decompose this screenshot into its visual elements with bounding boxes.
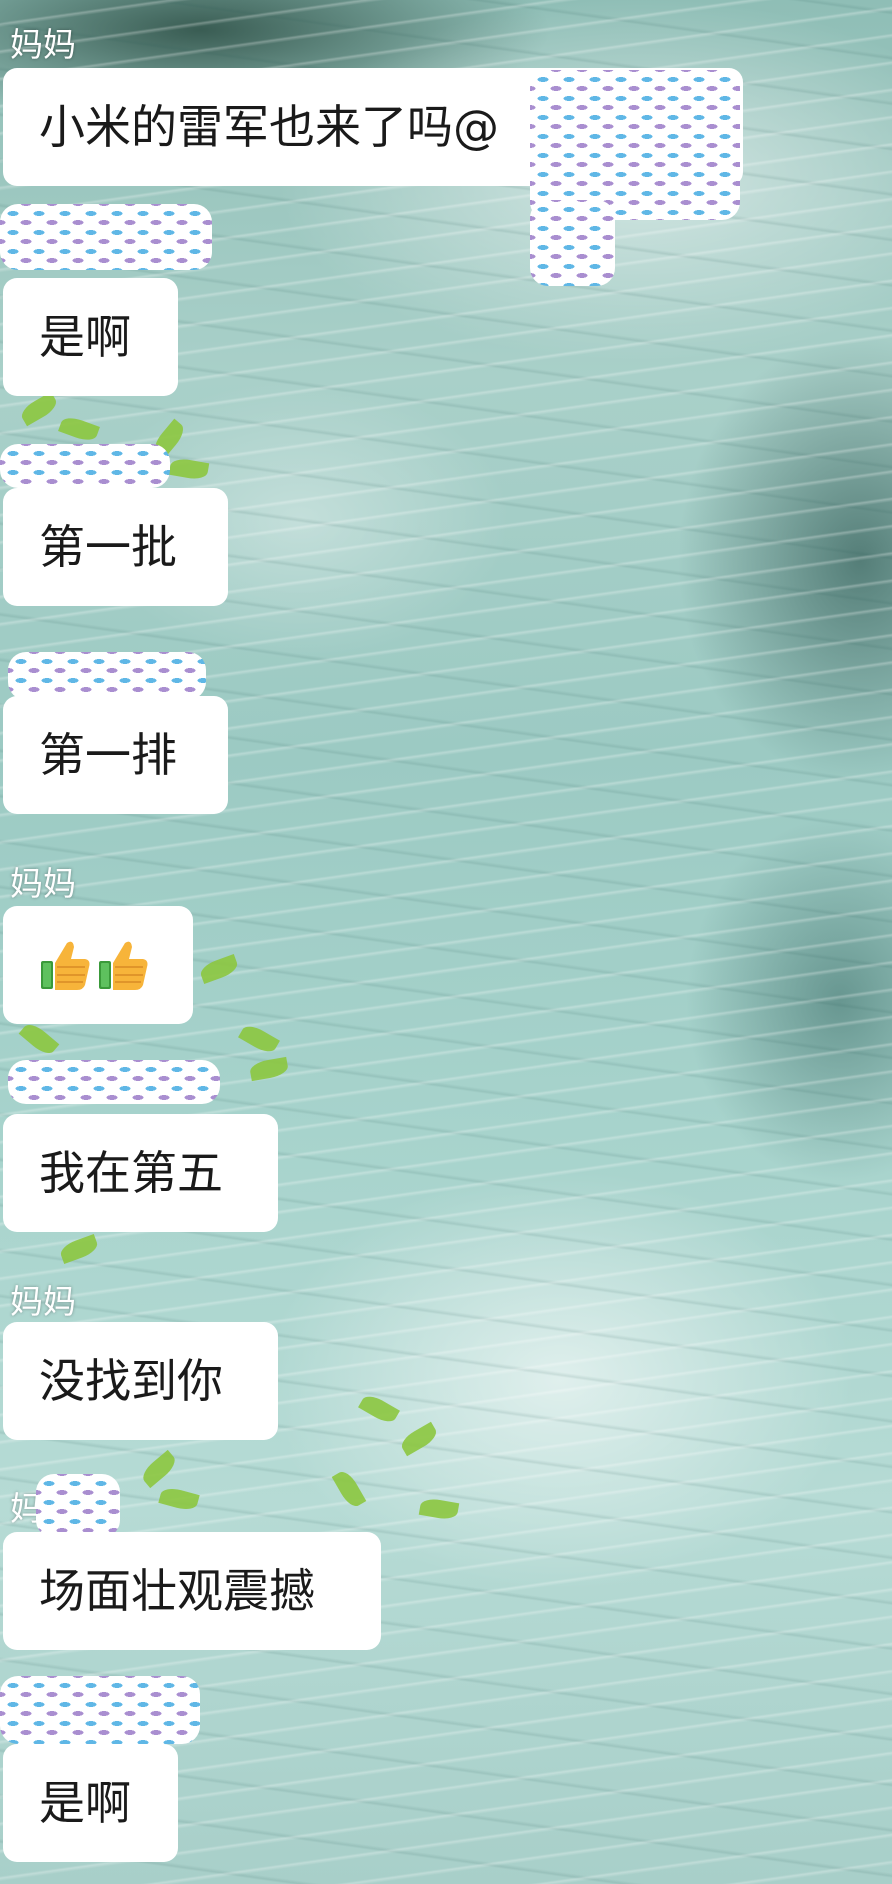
sender-name: 妈妈 (10, 1282, 76, 1321)
message-bubble[interactable] (3, 906, 193, 1024)
sender-name-mask (0, 204, 212, 270)
privacy-mask (530, 200, 615, 286)
thumbs-up-icon (39, 937, 93, 993)
sender-name: 妈妈 (10, 864, 76, 903)
privacy-mask (530, 70, 740, 220)
message-bubble[interactable]: 我在第五 (3, 1114, 278, 1232)
sender-name-mask (0, 444, 170, 488)
message-bubble[interactable]: 没找到你 (3, 1322, 278, 1440)
message-bubble[interactable]: 是啊 (3, 1744, 178, 1862)
message-bubble[interactable]: 第一批 (3, 488, 228, 606)
sender-name-mask (8, 652, 206, 700)
thumbs-up-icon (97, 937, 151, 993)
sender-name-mask (8, 1060, 220, 1104)
sender-name: 妈妈 (10, 25, 76, 64)
sender-name-mask (0, 1676, 200, 1744)
message-bubble[interactable]: 场面壮观震撼 (3, 1532, 381, 1650)
message-bubble[interactable]: 是啊 (3, 278, 178, 396)
sender-name-mask (36, 1474, 120, 1538)
message-bubble[interactable]: 第一排 (3, 696, 228, 814)
